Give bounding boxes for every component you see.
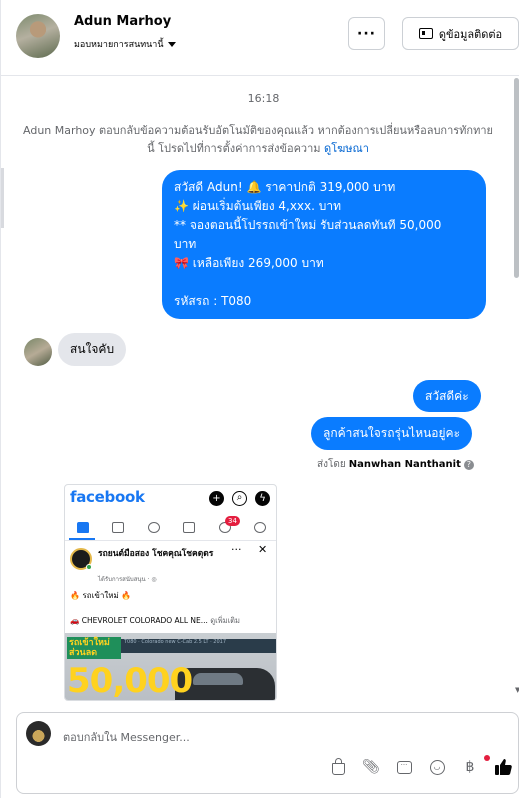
incoming-message-bubble[interactable]: สนใจคับ — [58, 333, 127, 366]
sent-by-label: ส่งโดย Nanwhan Nanthanit ? — [317, 457, 474, 472]
home-icon — [76, 522, 89, 533]
fb-nav-bar — [65, 515, 276, 541]
outgoing-message-bubble[interactable]: ลูกค้าสนใจรถรุ่นไหนอยู่คะ — [311, 417, 473, 450]
more-options-button[interactable]: ··· — [348, 17, 385, 50]
message-line: ✨ ผ่อนเริ่มต้นเพียง 4,xxx. บาท — [174, 199, 342, 213]
conversation-header: Adun Marhoy มอบหมายการสนทนานี้ ··· ดูข้อ… — [1, 0, 519, 76]
search-icon: ⌕ — [232, 491, 247, 506]
baht-icon: ฿ — [465, 759, 475, 775]
panel-edge — [1, 168, 4, 228]
shop-bag-button[interactable] — [328, 757, 348, 777]
message-timestamp: 16:18 — [247, 92, 280, 105]
facebook-logo: facebook — [70, 488, 145, 506]
conversation-panel: Adun Marhoy มอบหมายการสนทนานี้ ··· ดูข้อ… — [0, 0, 519, 798]
post-more-icon: ··· — [231, 543, 242, 556]
post-text: 🚗 CHEVROLET COLORADO ALL NE... ดูเพิ่มเต… — [70, 615, 275, 627]
message-line — [174, 273, 474, 292]
like-button[interactable] — [493, 757, 513, 777]
smiley-icon: ◡ — [429, 759, 445, 775]
promo-strip: T080 · Colorado new C-Cab 2.5 LT · 2017 — [121, 639, 276, 653]
reels-icon — [112, 522, 125, 533]
sent-by-name: Nanwhan Nanthanit — [348, 459, 461, 470]
message-line: ** จองตอนนี้โปรรถเข้าใหม่ รับส่วนลดทันที… — [174, 218, 442, 232]
messenger-icon: ϟ — [255, 491, 270, 506]
message-line: 🎀 เหลือเพียง 269,000 บาท — [174, 256, 324, 270]
page-avatar-small — [26, 721, 51, 746]
notification-dot — [484, 755, 490, 761]
more-dots-icon: ··· — [357, 25, 376, 42]
page-name: รถยนต์มือสอง โชคคุณโชคดุดร — [98, 549, 214, 559]
saved-replies-button[interactable]: ··· — [394, 757, 414, 777]
sent-by-prefix: ส่งโดย — [317, 459, 346, 470]
marketplace-icon — [183, 522, 196, 533]
caret-down-icon — [167, 41, 176, 47]
assign-label: มอบหมายการสนทนานี้ — [74, 40, 164, 50]
friends-icon — [147, 522, 160, 533]
sponsored-label: ได้รับการสนับสนุน · ◎ — [98, 576, 157, 583]
shared-post-image[interactable]: facebook + ⌕ ϟ 34 รถยนต์มือสอง โชคคุณโชค… — [64, 484, 277, 701]
payment-button[interactable]: ฿ — [460, 757, 480, 777]
sender-avatar[interactable] — [24, 338, 52, 366]
see-more-link: ดูเพิ่มเติม — [210, 616, 240, 625]
post-text-body: 🚗 CHEVROLET COLORADO ALL NE... — [70, 616, 208, 625]
scrollbar-thumb[interactable] — [514, 78, 519, 278]
scroll-down-icon[interactable]: ▼ — [515, 686, 519, 694]
contact-name[interactable]: Adun Marhoy — [74, 14, 171, 29]
shopping-bag-icon — [331, 758, 345, 775]
close-icon: ✕ — [258, 543, 268, 556]
help-icon[interactable]: ? — [463, 459, 474, 470]
emoji-button[interactable]: ◡ — [427, 757, 447, 777]
reply-input-placeholder[interactable]: ตอบกลับใน Messenger... — [63, 728, 190, 746]
paperclip-icon: 📎︎ — [362, 759, 380, 775]
message-line: สวัสดี Adun! 🔔 ราคาปกติ 319,000 บาท — [174, 180, 396, 194]
notification-badge: 34 — [225, 516, 240, 526]
auto-reply-notice: Adun Marhoy ตอบกลับข้อความต้อนรับอัตโนมั… — [23, 122, 493, 158]
notice-text: Adun Marhoy ตอบกลับข้อความต้อนรับอัตโนมั… — [23, 124, 493, 155]
chat-bubble-icon: ··· — [396, 760, 412, 774]
message-line: รหัสรถ : T080 — [174, 294, 252, 308]
online-dot — [86, 564, 92, 570]
outgoing-message-bubble[interactable]: สวัสดีค่ะ — [413, 380, 481, 412]
thumbs-up-icon — [495, 759, 512, 775]
assign-conversation-dropdown[interactable]: มอบหมายการสนทนานี้ — [74, 37, 176, 51]
view-contact-button[interactable]: ดูข้อมูลติดต่อ — [402, 17, 519, 50]
discount-amount: 50,000 — [67, 661, 193, 701]
view-ad-link[interactable]: ดูโฆษณา — [324, 142, 369, 155]
composer-toolbar: 📎︎ ··· ◡ ฿ — [328, 755, 513, 777]
attach-button[interactable]: 📎︎ — [361, 757, 381, 777]
contact-card-icon — [418, 28, 433, 39]
auto-message-bubble[interactable]: สวัสดี Adun! 🔔 ราคาปกติ 319,000 บาท ✨ ผ่… — [162, 170, 486, 319]
message-line: บาท — [174, 237, 197, 251]
plus-icon: + — [209, 491, 224, 506]
contact-avatar[interactable] — [16, 14, 60, 58]
fb-top-icons: + ⌕ ϟ — [209, 491, 270, 506]
profile-icon — [254, 522, 267, 533]
promo-banner: รถเข้าใหม่ ส่วนลด — [67, 637, 121, 659]
car-window — [193, 673, 243, 685]
view-contact-label: ดูข้อมูลติดต่อ — [438, 27, 503, 41]
reply-composer[interactable]: ตอบกลับใน Messenger... 📎︎ ··· ◡ ฿ — [16, 712, 519, 794]
active-tab-indicator — [69, 538, 95, 540]
post-headline: 🔥 รถเข้าใหม่ 🔥 — [70, 591, 132, 600]
